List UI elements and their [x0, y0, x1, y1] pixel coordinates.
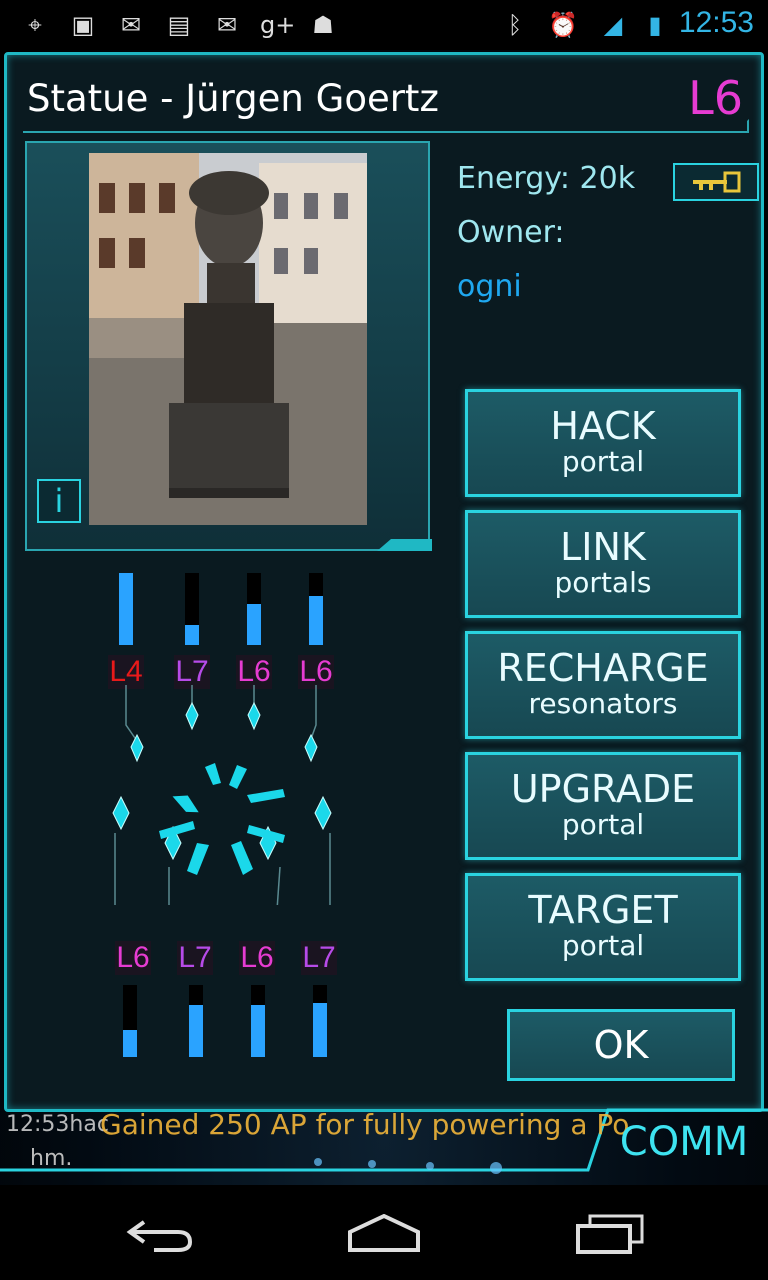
resonator-energy-bar — [309, 573, 323, 645]
title-divider — [23, 119, 749, 133]
info-button[interactable]: i — [37, 479, 81, 523]
status-bar: ⌖ ▣ ✉ ▤ ✉ g+ ☗ ᛒ ⏰ ◢ ▮ 12:53 — [0, 0, 768, 50]
comm-timestamp: 12:53hac — [6, 1112, 109, 1137]
google-plus-icon: g+ — [260, 11, 296, 39]
portal-level: L6 — [688, 71, 743, 125]
link-sublabel: portals — [554, 566, 652, 599]
bluetooth-icon: ᛒ — [507, 11, 523, 39]
recent-apps-icon[interactable] — [574, 1214, 646, 1254]
portal-photo[interactable] — [89, 153, 367, 525]
hack-portal-button[interactable]: HACK portal — [465, 389, 741, 497]
target-label: TARGET — [528, 888, 678, 932]
target-sublabel: portal — [561, 929, 645, 962]
resonator-level-label: L6 — [115, 941, 151, 975]
resonator-energy-bar — [313, 985, 327, 1057]
owner-name[interactable]: ogni — [457, 269, 522, 304]
resonator-energy-bar — [189, 985, 203, 1057]
resonator-energy-bar — [119, 573, 133, 645]
target-portal-button[interactable]: TARGET portal — [465, 873, 741, 981]
resonator-energy-bar — [123, 985, 137, 1057]
frame-notch — [377, 539, 432, 551]
link-portals-button[interactable]: LINK portals — [465, 510, 741, 618]
key-button[interactable] — [673, 163, 759, 201]
resonator-level-label: L6 — [298, 655, 334, 689]
image-icon: ▣ — [71, 11, 95, 39]
upgrade-portal-button[interactable]: UPGRADE portal — [465, 752, 741, 860]
signal-icon: ◢ — [603, 11, 623, 39]
recharge-resonators-button[interactable]: RECHARGE resonators — [465, 631, 741, 739]
portal-panel: Statue - Jürgen Goertz L6 i Energy: 20k … — [4, 52, 764, 1112]
resonator-diagram: L4 L7 L6 L6 L6 L7 L6 L7 — [97, 567, 357, 1057]
gmail-icon: ✉ — [120, 11, 142, 39]
key-icon — [693, 171, 741, 193]
energy-label: Energy: — [457, 161, 570, 196]
portal-image-frame: i — [25, 141, 430, 551]
comm-message: Gained 250 AP for fully powering a Po — [100, 1108, 630, 1141]
upgrade-label: UPGRADE — [510, 767, 696, 811]
energy-value: 20k — [579, 161, 636, 196]
battery-icon: ▮ — [648, 11, 662, 39]
navigation-bar — [0, 1186, 768, 1280]
gps-icon: ⌖ — [28, 11, 42, 39]
chat-icon: ▤ — [167, 11, 191, 39]
statue-photo-icon — [89, 153, 367, 525]
owner-label: Owner: — [457, 215, 565, 250]
link-label: LINK — [560, 525, 646, 569]
recharge-label: RECHARGE — [497, 646, 709, 690]
resonator-level-label: L7 — [177, 941, 213, 975]
comm-user: hm. — [30, 1146, 73, 1171]
alarm-icon: ⏰ — [548, 11, 578, 39]
gmail-icon: ✉ — [216, 11, 238, 39]
resonator-level-label: L4 — [108, 655, 144, 689]
resonator-energy-bar — [185, 573, 199, 645]
resonator-level-label: L6 — [239, 941, 275, 975]
resonator-energy-bar — [247, 573, 261, 645]
upgrade-sublabel: portal — [561, 808, 645, 841]
hack-label: HACK — [550, 404, 656, 448]
back-icon[interactable] — [124, 1216, 194, 1252]
resonator-energy-bar — [251, 985, 265, 1057]
resonator-level-label: L7 — [301, 941, 337, 975]
recharge-sublabel: resonators — [528, 687, 678, 720]
energy-readout: Energy: 20k — [457, 161, 635, 196]
portal-title: Statue - Jürgen Goertz — [27, 77, 439, 120]
resonator-level-label: L7 — [174, 655, 210, 689]
clock: 12:53 — [678, 6, 754, 39]
android-notification-icon: ☗ — [312, 11, 334, 39]
home-icon[interactable] — [346, 1214, 422, 1254]
ok-button[interactable]: OK — [507, 1009, 735, 1081]
resonator-octagon — [112, 685, 332, 905]
hack-sublabel: portal — [561, 445, 645, 478]
comm-button[interactable]: COMM — [600, 1106, 768, 1176]
resonator-level-label: L6 — [236, 655, 272, 689]
